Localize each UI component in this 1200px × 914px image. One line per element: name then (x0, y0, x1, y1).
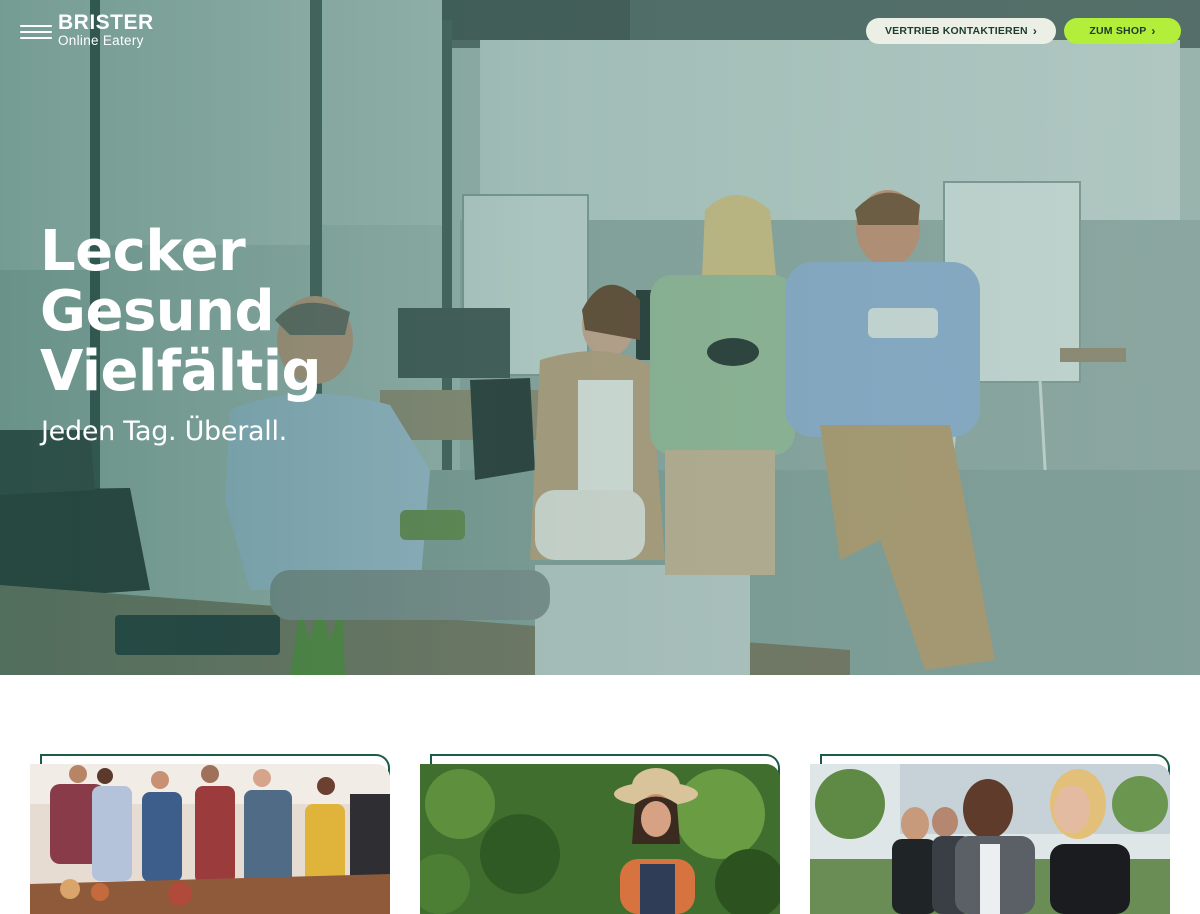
chevron-right-icon: › (1151, 24, 1156, 38)
card-image-colleagues (810, 764, 1170, 914)
brand-logo[interactable]: BRISTER Online Eatery (58, 12, 154, 48)
card-image-farmer (420, 764, 780, 914)
card-image-event-buffet (30, 764, 390, 914)
feature-card-fresh-produce[interactable] (420, 754, 780, 914)
contact-sales-button[interactable]: VERTRIEB KONTAKTIEREN › (866, 18, 1056, 44)
hero-section: BRISTER Online Eatery VERTRIEB KONTAKTIE… (0, 0, 1200, 675)
hero-headline: Lecker Gesund Vielfältig (40, 219, 322, 404)
hero-tagline: Jeden Tag. Überall. (41, 416, 287, 447)
logo-wordmark: BRISTER (58, 11, 154, 34)
hamburger-menu-icon[interactable] (20, 22, 52, 42)
headline-line-1: Lecker (40, 219, 246, 284)
shop-button[interactable]: ZUM SHOP › (1064, 18, 1181, 44)
headline-line-3: Vielfältig (40, 339, 322, 404)
contact-sales-label: VERTRIEB KONTAKTIEREN (884, 25, 1028, 37)
logo-subtitle: Online Eatery (58, 33, 144, 48)
headline-line-2: Gesund (40, 279, 275, 344)
feature-card-business[interactable] (810, 754, 1170, 914)
chevron-right-icon: › (1032, 24, 1038, 38)
shop-label: ZUM SHOP (1089, 25, 1147, 37)
feature-card-catering[interactable] (30, 754, 390, 914)
